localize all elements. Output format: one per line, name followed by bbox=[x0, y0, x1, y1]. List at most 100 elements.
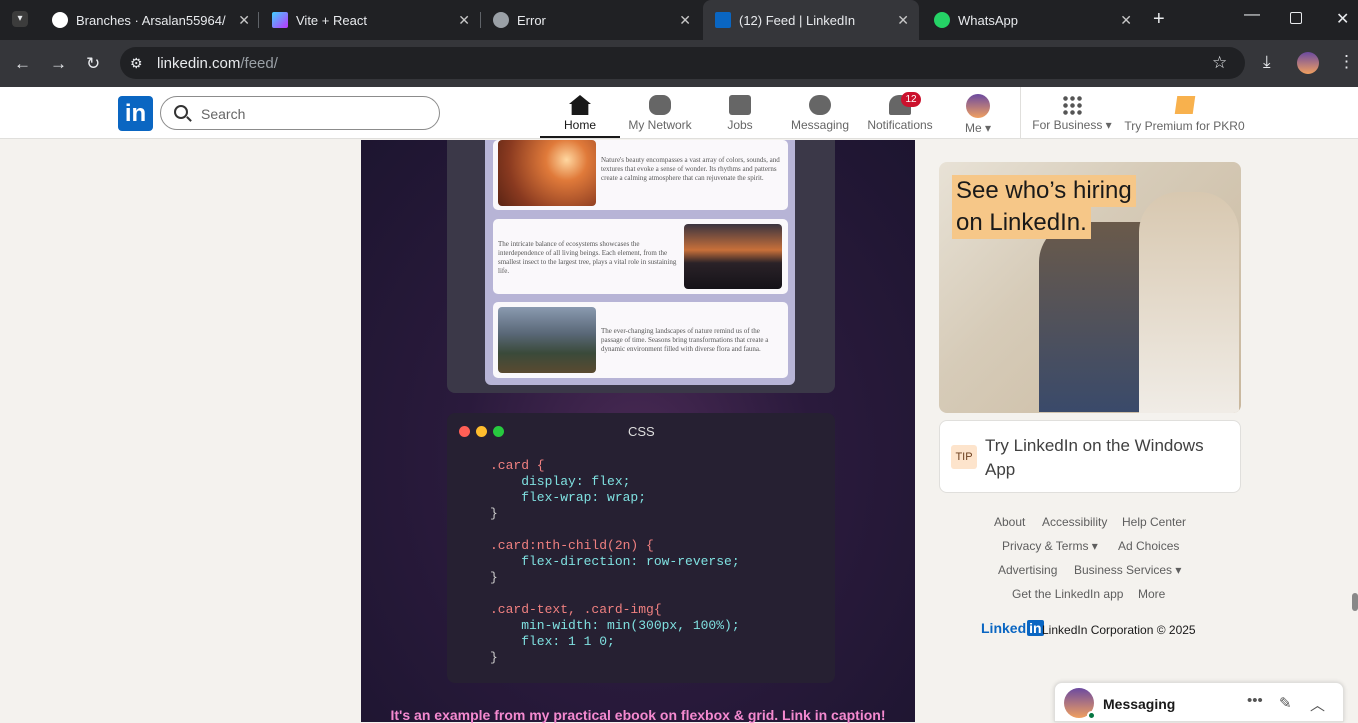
footer-link-more[interactable]: More bbox=[1138, 587, 1165, 601]
nav-label: Jobs bbox=[727, 118, 753, 132]
footer-link-about[interactable]: About bbox=[994, 515, 1025, 529]
messaging-bar[interactable] bbox=[1054, 682, 1344, 722]
footer-link-privacy-terms[interactable]: Privacy & Terms ▾ bbox=[1002, 539, 1098, 553]
code-line: .card-text, .card-img{ bbox=[490, 602, 662, 617]
footer-link-ad-choices[interactable]: Ad Choices bbox=[1118, 539, 1179, 553]
nav-label: Notifications bbox=[867, 118, 933, 132]
footer-link-business-services[interactable]: Business Services ▾ bbox=[1074, 563, 1181, 577]
lake-image bbox=[684, 224, 782, 289]
nav-for-business[interactable]: For Business ▾ bbox=[1027, 92, 1117, 138]
close-icon[interactable]: ✕ bbox=[458, 12, 470, 29]
messaging-title[interactable]: Messaging bbox=[1103, 696, 1175, 712]
linkedin-logo[interactable]: in bbox=[118, 96, 153, 131]
tab-title: WhatsApp bbox=[958, 12, 1018, 28]
nav-messaging[interactable]: Messaging bbox=[775, 92, 865, 138]
back-button[interactable]: ← bbox=[14, 54, 31, 74]
code-line: flex: 1 1 0; bbox=[490, 634, 615, 649]
reload-button[interactable]: ↻ bbox=[86, 54, 100, 74]
code-line: } bbox=[490, 506, 498, 521]
close-icon[interactable]: ✕ bbox=[238, 12, 250, 29]
nav-me[interactable]: Me ▾ bbox=[933, 92, 1023, 138]
chevron-up-icon[interactable]: ︿ bbox=[1310, 694, 1325, 715]
new-tab-button[interactable]: + bbox=[1153, 8, 1165, 31]
copyright-text: LinkedIn Corporation © 2025 bbox=[1042, 623, 1196, 637]
forward-button[interactable]: → bbox=[50, 54, 67, 74]
code-line: .card:nth-child(2n) { bbox=[490, 538, 654, 553]
tab-vite[interactable]: Vite + React ✕ bbox=[260, 0, 480, 40]
more-options-icon[interactable]: ••• bbox=[1247, 692, 1263, 709]
card-text: Nature's beauty encompasses a vast array… bbox=[601, 156, 780, 182]
close-icon[interactable]: ✕ bbox=[897, 12, 909, 29]
chat-icon bbox=[809, 95, 831, 115]
code-line: flex-wrap: wrap; bbox=[490, 490, 647, 505]
profile-avatar[interactable] bbox=[1297, 52, 1319, 74]
search-icon bbox=[174, 105, 188, 119]
linkedin-icon bbox=[715, 12, 731, 28]
tab-linkedin[interactable]: (12) Feed | LinkedIn ✕ bbox=[703, 0, 919, 40]
nav-divider bbox=[1020, 87, 1021, 139]
close-icon[interactable]: ✕ bbox=[1120, 12, 1132, 29]
site-info-icon[interactable]: ⚙ bbox=[130, 55, 143, 72]
home-icon bbox=[569, 95, 591, 115]
globe-icon bbox=[493, 12, 509, 28]
vite-icon bbox=[272, 12, 288, 28]
tab-title: Vite + React bbox=[296, 12, 367, 28]
page-scrollbar[interactable] bbox=[1352, 593, 1358, 611]
nav-label: My Network bbox=[628, 118, 692, 132]
minimize-button[interactable]: — bbox=[1244, 6, 1260, 24]
flower-image bbox=[498, 140, 596, 206]
close-icon[interactable]: ✕ bbox=[679, 12, 691, 29]
chevron-down-icon: ▾ bbox=[1102, 118, 1112, 132]
card-text: The intricate balance of ecosystems show… bbox=[498, 240, 677, 275]
restore-button[interactable] bbox=[1290, 12, 1302, 24]
nav-jobs[interactable]: Jobs bbox=[695, 92, 785, 138]
tip-text[interactable]: Try LinkedIn on the Windows App bbox=[985, 434, 1220, 482]
card-text: The ever-changing landscapes of nature r… bbox=[601, 327, 769, 353]
window-close-dot bbox=[459, 426, 470, 437]
bookmark-star-icon[interactable]: ☆ bbox=[1212, 53, 1227, 73]
tab-title: (12) Feed | LinkedIn bbox=[739, 12, 856, 28]
compose-icon[interactable]: ✎ bbox=[1279, 694, 1292, 712]
code-line: min-width: min(300px, 100%); bbox=[490, 618, 740, 633]
tab-search-icon[interactable]: ▾ bbox=[12, 11, 28, 27]
whatsapp-icon bbox=[934, 12, 950, 28]
nav-label: Try Premium for PKR0 bbox=[1124, 119, 1245, 133]
tab-whatsapp[interactable]: WhatsApp ✕ bbox=[922, 0, 1142, 40]
search-placeholder: Search bbox=[201, 106, 246, 122]
tab-github[interactable]: Branches · Arsalan55964/e-c ✕ bbox=[40, 0, 260, 40]
grid-icon bbox=[1062, 95, 1082, 115]
nav-label: Home bbox=[563, 118, 596, 132]
menu-icon[interactable]: ⋮ bbox=[1338, 52, 1355, 72]
nav-home[interactable]: Home bbox=[535, 92, 625, 138]
nav-label: For Business bbox=[1032, 118, 1103, 132]
nav-my-network[interactable]: My Network bbox=[615, 92, 705, 138]
chevron-down-icon: ▾ bbox=[1088, 539, 1098, 553]
url-path: /feed/ bbox=[240, 55, 278, 72]
ad-headline: See who’s hiring bbox=[952, 175, 1136, 207]
post-image-caption: It's an example from my practical ebook … bbox=[390, 707, 886, 723]
footer-link-advertising[interactable]: Advertising bbox=[998, 563, 1057, 577]
url-text[interactable]: linkedin.com/feed/ bbox=[157, 55, 278, 72]
footer-link-label: Privacy & Terms bbox=[1002, 539, 1089, 553]
close-window-button[interactable]: ✕ bbox=[1336, 9, 1349, 29]
nav-notifications[interactable]: Notifications bbox=[855, 92, 945, 138]
chevron-down-icon: ▾ bbox=[1172, 563, 1182, 577]
download-icon[interactable]: ⤓ bbox=[1263, 52, 1271, 72]
code-line: display: flex; bbox=[490, 474, 631, 489]
nav-try-premium[interactable]: Try Premium for PKR0 bbox=[1122, 92, 1247, 138]
code-line: } bbox=[490, 650, 498, 665]
network-icon bbox=[649, 95, 671, 115]
active-nav-indicator bbox=[540, 136, 620, 138]
ad-photo-person bbox=[1139, 192, 1239, 413]
footer-link-accessibility[interactable]: Accessibility bbox=[1042, 515, 1107, 529]
footer-link-get-app[interactable]: Get the LinkedIn app bbox=[1012, 587, 1123, 601]
code-line: } bbox=[490, 570, 498, 585]
url-host: linkedin.com bbox=[157, 55, 241, 72]
footer-link-help-center[interactable]: Help Center bbox=[1122, 515, 1186, 529]
github-icon bbox=[52, 12, 68, 28]
online-status-dot bbox=[1087, 711, 1096, 720]
mountain-image bbox=[498, 307, 596, 373]
search-input[interactable]: Search bbox=[160, 96, 440, 130]
address-bar[interactable] bbox=[120, 47, 1245, 79]
tab-error[interactable]: Error ✕ bbox=[481, 0, 701, 40]
